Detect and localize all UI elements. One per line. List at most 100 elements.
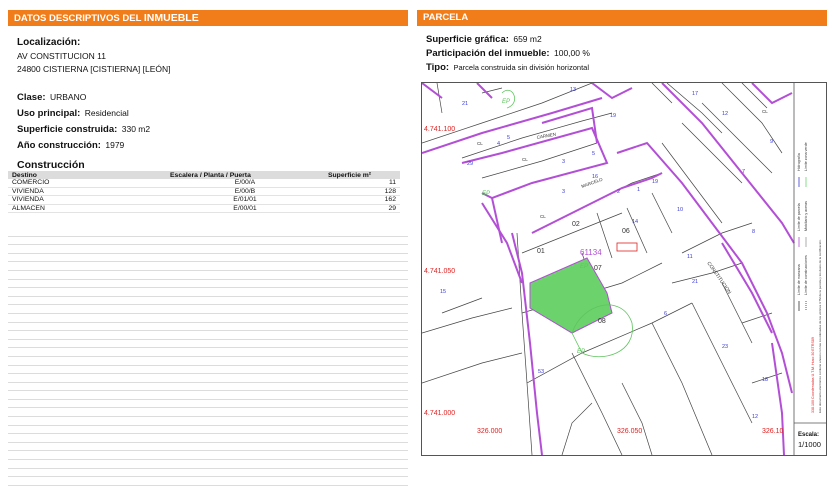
road-number: 5 [592,151,595,157]
parcel-lines [422,83,783,455]
coord-x2: 326.050 [617,428,642,435]
empty-row [8,297,408,306]
parcela-header: PARCELA [417,10,827,26]
sup-grafica-label: Superficie gráfica: [426,34,509,45]
empty-row [8,348,408,357]
superficie-label: Superficie construida: [17,124,118,135]
empty-row [8,323,408,332]
cell-destino: VIVIENDA [8,195,166,205]
cell-escalera: E/00/A [166,179,324,188]
road-number: 18 [762,377,768,383]
cl-label: CL [477,141,483,146]
address-line-1: AV CONSTITUCION 11 [17,51,106,61]
table-row: VIVIENDA E/00/B 128 [8,187,400,196]
cell-escalera: E/00/B [166,187,324,196]
empty-row [8,254,408,263]
parcel-id-label: 61134 [580,248,602,257]
cl-label: CL [522,157,528,162]
empty-row [8,305,408,314]
road-number: 29 [467,161,473,167]
empty-row [8,408,408,418]
empty-row [8,271,408,280]
empty-row [8,460,408,469]
empty-row [8,383,408,392]
road-number: 3 [562,189,565,195]
construccion-table: Destino Escalera / Planta / Puerta Super… [8,171,400,213]
col-escalera: Escalera / Planta / Puerta [166,171,324,179]
road-number: 5 [507,135,510,141]
cl-label: CL [762,109,768,114]
red-marker-box [616,242,638,252]
legend-mobiliario: Mobiliario y aceras [804,201,808,231]
road-number: 2 [617,189,620,195]
empty-row [8,400,408,409]
road-number: 21 [692,279,698,285]
road-number: 12 [752,414,758,420]
empty-row [8,374,408,383]
road-number: 21 [462,101,468,107]
road-number: 13 [570,87,576,93]
empty-row [8,237,408,246]
table-row: COMERCIO E/00/A 11 [8,179,400,188]
road-number: 6 [664,311,667,317]
road-number: 19 [652,179,658,185]
clase-label: Clase: [17,92,46,103]
descriptive-data-panel: DATOS DESCRIPTIVOS DEL INMUEBLE Localiza… [8,10,408,486]
cadastral-map[interactable]: 4.741.100 4.741.050 4.741.000 326.000 32… [421,82,827,456]
empty-row [8,469,408,478]
empty-table-rows [8,228,408,486]
escala-value: 1/1000 [798,440,821,449]
empty-row [8,357,408,366]
cell-superficie: 29 [324,204,400,213]
ano-label: Año construcción: [17,140,101,151]
clase-value: URBANO [49,92,87,102]
cell-superficie: 162 [324,195,400,205]
road-number: 23 [722,344,728,350]
cell-superficie: 128 [324,187,400,196]
road-number-labels: 21 19 17 13 10 8 5 3 4 2 1 16 14 19 29 1… [440,87,773,420]
legend: Límite de manzana Límite de parcela Hidr… [797,142,822,413]
road-number: 8 [752,229,755,235]
empty-row [8,288,408,297]
map-drawing: 4.741.100 4.741.050 4.741.000 326.000 32… [422,83,826,455]
location-label: Localización: [17,37,81,48]
cell-escalera: E/01/01 [166,195,324,205]
parcel-label-01: 01 [537,248,545,255]
table-row: ALMACEN E/00/01 29 [8,204,400,213]
road-number: 10 [677,207,683,213]
participacion-row: Participación del inmueble: 100,00 % [426,46,827,60]
cell-destino: COMERCIO [8,179,166,188]
ep-label: EP [502,99,510,105]
legend-limite-parcela: Límite de parcela [797,203,801,231]
road-number: 12 [722,111,728,117]
parcel-label-02: 02 [572,221,580,228]
table-row: VIVIENDA E/01/01 162 [8,195,400,205]
parcel-label-07: 07 [594,265,602,272]
empty-row [8,366,408,375]
superficie-row: Superficie construida: 330 m2 [17,121,408,137]
road-number: 15 [440,289,446,295]
road-number: 16 [592,174,598,180]
legend-limite-construcciones: Límite de construcciones [804,255,808,295]
empty-row [8,434,408,443]
ano-value: 1979 [105,140,125,150]
coord-x3: 326.10 [762,428,784,435]
uso-label: Uso principal: [17,108,81,119]
empty-row [8,391,408,400]
coord-x1: 326.000 [477,428,502,435]
road-number: 4 [497,141,500,147]
descriptive-data-header: DATOS DESCRIPTIVOS DEL INMUEBLE [8,10,408,26]
legend-limite-zona-verde: Límite zona verde [804,142,808,171]
cell-superficie: 11 [324,179,400,188]
road-number: 7 [742,169,745,175]
uso-row: Uso principal: Residencial [17,105,408,121]
empty-row [8,280,408,289]
clase-row: Clase: URBANO [17,89,408,105]
empty-row [8,477,408,486]
cl-label: CL [540,214,546,219]
road-number: 53 [538,369,544,375]
legend-hidrografia: Hidrografía [797,153,801,171]
construccion-title: Construcción [17,159,85,171]
address-line-2: 24800 CISTIERNA [CISTIERNA] [LEÓN] [17,64,171,74]
empty-row [8,245,408,254]
